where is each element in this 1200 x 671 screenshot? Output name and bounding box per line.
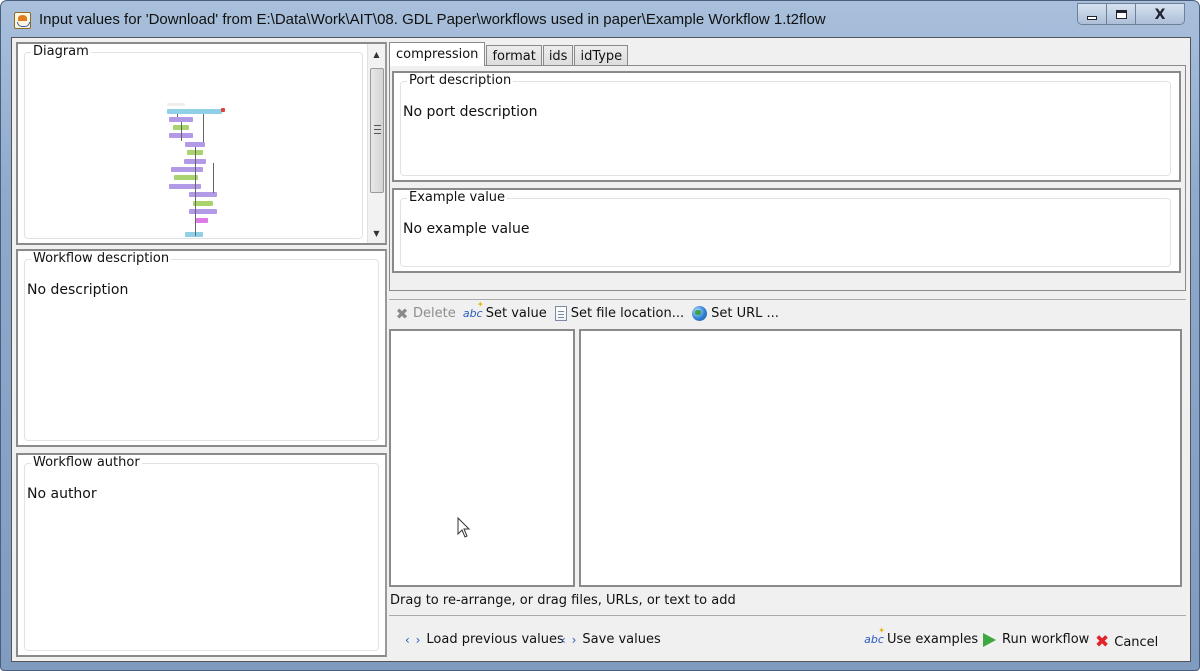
diagram-node (171, 167, 203, 172)
drag-hint: Drag to re-arrange, or drag files, URLs,… (390, 593, 736, 608)
diagram-node (189, 209, 217, 214)
workflow-author-panel: Workflow author No author (16, 453, 387, 657)
diagram-title-node (167, 103, 185, 106)
title-bar[interactable]: Input values for 'Download' from E:\Data… (1, 1, 1199, 37)
right-column: compression format ids idType Port descr… (389, 42, 1186, 657)
load-previous-values-label: Load previous values (426, 632, 564, 647)
window-title: Input values for 'Download' from E:\Data… (39, 11, 826, 28)
minimize-button[interactable] (1078, 4, 1107, 24)
diagram-panel: Diagram ▲ ▼ (16, 42, 387, 245)
workflow-author-label: Workflow author (31, 455, 142, 470)
grip-icon (374, 125, 381, 134)
port-description-label: Port description (407, 73, 514, 88)
set-file-location-label: Set file location... (570, 306, 685, 321)
document-icon (554, 306, 567, 321)
workflow-description-group: Workflow description No description (24, 251, 379, 441)
workflow-description-panel: Workflow description No description (16, 249, 387, 447)
java-app-icon (14, 12, 31, 29)
tab-compression[interactable]: compression (389, 42, 486, 66)
diagram-edge (177, 114, 178, 117)
minimize-icon (1087, 15, 1097, 20)
diagram-edge (213, 163, 214, 193)
left-column: Diagram ▲ ▼ Workflow description No desc… (16, 42, 387, 657)
diagram-group: Diagram (24, 44, 363, 239)
chevrons-icon: ‹ › (405, 632, 422, 647)
value-editor[interactable] (579, 329, 1182, 587)
dialog-button-bar: ‹ › Load previous values ‹ › Save values… (389, 615, 1186, 655)
text-value-icon: abc (864, 626, 885, 646)
diagram-input-ports (167, 109, 222, 114)
example-value-group: Example value No example value (400, 190, 1171, 267)
port-description-value: No port description (403, 104, 538, 120)
set-value-button[interactable]: abc Set value (463, 300, 547, 321)
diagram-node (196, 218, 208, 223)
value-toolbar: ✖ Delete abc Set value Set file location… (389, 299, 1186, 327)
diagram-scrollbar[interactable]: ▲ ▼ (367, 44, 385, 243)
example-value-label: Example value (407, 190, 508, 205)
text-value-icon: abc (463, 300, 484, 320)
save-values-label: Save values (582, 632, 661, 647)
cancel-label: Cancel (1114, 634, 1159, 650)
tab-idtype[interactable]: idType (574, 45, 629, 66)
use-examples-label: Use examples (887, 632, 979, 647)
diagram-output-ports (185, 232, 203, 237)
diagram-node (169, 184, 201, 189)
tab-ids[interactable]: ids (542, 45, 574, 66)
set-url-button[interactable]: Set URL ... (692, 306, 779, 321)
scrollbar-thumb[interactable] (370, 68, 384, 193)
delete-icon: ✖ (395, 304, 409, 323)
tab-content: Port description No port description Exa… (389, 65, 1186, 291)
run-workflow-button[interactable]: Run workflow (983, 632, 1089, 647)
diagram-edge (195, 147, 196, 236)
delete-button[interactable]: ✖ Delete (395, 304, 456, 323)
port-description-panel: Port description No port description (392, 71, 1181, 182)
chevrons-icon: ‹ › (561, 632, 578, 647)
diagram-edge (181, 122, 182, 141)
cancel-icon: ✖ (1095, 632, 1110, 652)
maximize-button[interactable] (1107, 4, 1136, 24)
diagram-edge (203, 114, 204, 142)
play-icon (983, 632, 996, 647)
load-previous-values-button[interactable]: ‹ › Load previous values (405, 632, 564, 647)
workflow-author-group: Workflow author No author (24, 455, 379, 651)
workflow-diagram-thumbnail[interactable] (165, 103, 225, 243)
use-examples-button[interactable]: abc Use examples (864, 626, 979, 647)
cancel-button[interactable]: ✖ Cancel (1095, 632, 1158, 652)
value-list[interactable] (389, 329, 575, 587)
diagram-label: Diagram (31, 44, 91, 59)
dialog-window: Input values for 'Download' from E:\Data… (0, 0, 1200, 671)
run-workflow-label: Run workflow (1002, 632, 1090, 647)
delete-label: Delete (413, 306, 456, 321)
tab-format[interactable]: format (486, 45, 542, 66)
close-icon: X (1154, 6, 1166, 23)
scroll-down-icon[interactable]: ▼ (368, 225, 385, 241)
workflow-author-value: No author (27, 486, 97, 502)
set-value-label: Set value (485, 306, 547, 321)
example-value-value: No example value (403, 221, 530, 237)
globe-icon (692, 306, 708, 321)
set-url-label: Set URL ... (711, 306, 779, 321)
example-value-panel: Example value No example value (392, 188, 1181, 273)
diagram-node (193, 201, 213, 206)
diagram-marker (221, 108, 225, 112)
scroll-up-icon[interactable]: ▲ (368, 46, 385, 62)
port-tabs: compression format ids idType (389, 42, 629, 66)
maximize-icon (1115, 10, 1127, 19)
port-description-group: Port description No port description (400, 73, 1171, 176)
workflow-description-value: No description (27, 282, 129, 298)
set-file-location-button[interactable]: Set file location... (554, 306, 685, 321)
save-values-button[interactable]: ‹ › Save values (561, 632, 661, 647)
dialog-content: Diagram ▲ ▼ Workflow description No desc… (11, 37, 1191, 662)
window-controls: X (1077, 3, 1185, 25)
mouse-cursor-icon (457, 517, 471, 538)
workflow-description-label: Workflow description (31, 251, 172, 266)
close-button[interactable]: X (1136, 4, 1184, 24)
